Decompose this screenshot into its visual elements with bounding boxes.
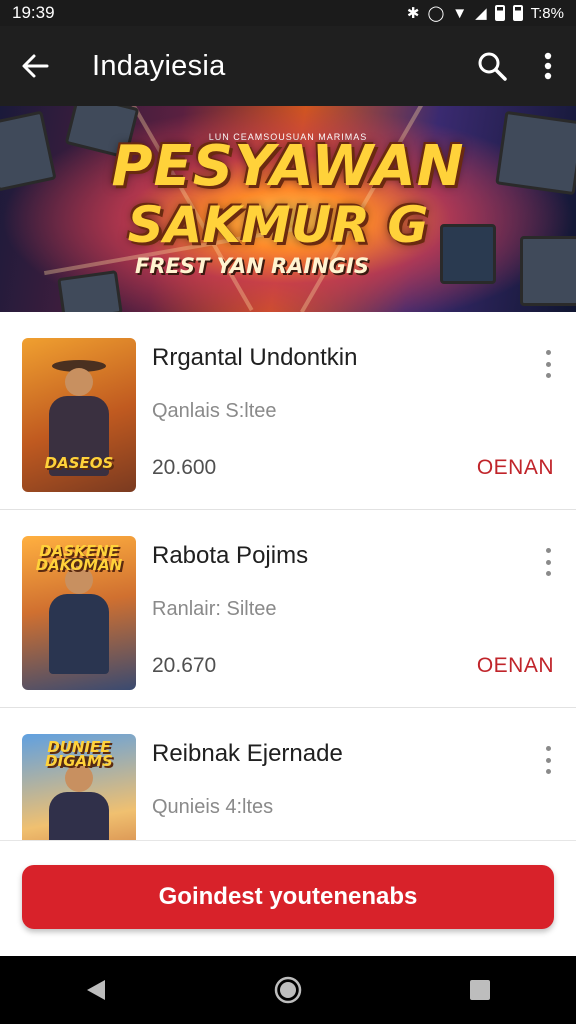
system-nav-bar [0,956,576,1024]
item-title: Rrgantal Undontkin [152,344,358,371]
open-button[interactable]: OENAN [477,654,554,678]
app-bar: Indayiesia [0,26,576,106]
battery-icon-secondary [512,5,523,21]
nav-back-button[interactable] [66,960,126,1020]
item-title: Rabota Pojims [152,542,309,569]
bluetooth-icon: ✱ [406,5,420,22]
alarm-icon: ◯ [427,5,445,22]
game-thumbnail[interactable]: DUNIEE DIGAMS [22,734,136,840]
back-button[interactable] [0,26,70,106]
game-thumbnail[interactable]: DASKENE DAKOMAN [22,536,136,690]
banner-headline-line1: PESYAWAN [111,134,465,199]
game-list: DASEOS Rrgantal Undontkin Qanlais S:ltee… [0,312,576,840]
open-button[interactable]: OENAN [477,456,554,480]
back-triangle-icon [87,980,105,1000]
list-item[interactable]: DASKENE DAKOMAN Rabota Pojims Ranlair: S… [0,510,576,708]
battery-icon [494,5,505,21]
wifi-icon: ▼ [452,4,468,22]
nav-recents-button[interactable] [450,960,510,1020]
primary-cta-button[interactable]: Goindest youtenenabs [22,865,554,929]
promo-banner[interactable]: LUN CEAMSOUSUAN MARIMAS PESYAWAN SAKMUR … [0,106,576,312]
bottom-action-area: Goindest youtenenabs [0,840,576,956]
item-subtitle: Qunieis 4:ltes [152,796,274,818]
battery-percent: T:8% [530,4,564,22]
home-circle-icon [274,976,302,1004]
item-subtitle: Ranlair: Siltee [152,598,277,620]
item-title: Reibnak Ejernade [152,740,343,767]
status-icons: ✱ ◯ ▼ ◢ T:8% [406,4,564,23]
banner-headline-line3: FREST YAN RAINGIS [135,254,369,278]
item-price: 20.600 [152,456,217,479]
more-vert-icon [544,52,552,80]
nav-home-button[interactable] [258,960,318,1020]
list-item[interactable]: DUNIEE DIGAMS Reibnak Ejernade Qunieis 4… [0,708,576,840]
banner-headline-line2: SAKMUR G [127,196,429,254]
item-more-icon[interactable] [538,346,558,382]
signal-icon: ◢ [475,5,487,22]
search-button[interactable] [464,26,520,106]
page-title: Indayiesia [92,49,226,82]
thumbnail-logo: DASEOS [44,454,114,472]
status-time: 19:39 [12,3,55,22]
more-options-button[interactable] [520,26,576,106]
list-item[interactable]: DASEOS Rrgantal Undontkin Qanlais S:ltee… [0,312,576,510]
back-arrow-icon [22,54,49,78]
item-subtitle: Qanlais S:ltee [152,400,277,422]
game-thumbnail[interactable]: DASEOS [22,338,136,492]
status-bar: 19:39 ✱ ◯ ▼ ◢ T:8% [0,0,576,26]
item-more-icon[interactable] [538,742,558,778]
thumbnail-character [49,792,109,840]
thumbnail-logo-sub: DAKOMAN [35,556,123,574]
item-price: 20.670 [152,654,217,677]
search-icon [478,52,507,81]
thumbnail-logo-sub: DIGAMS [45,752,113,770]
thumbnail-character [49,594,109,674]
recents-square-icon [470,980,490,1000]
thumbnail-character-head [65,368,93,396]
item-more-icon[interactable] [538,544,558,580]
